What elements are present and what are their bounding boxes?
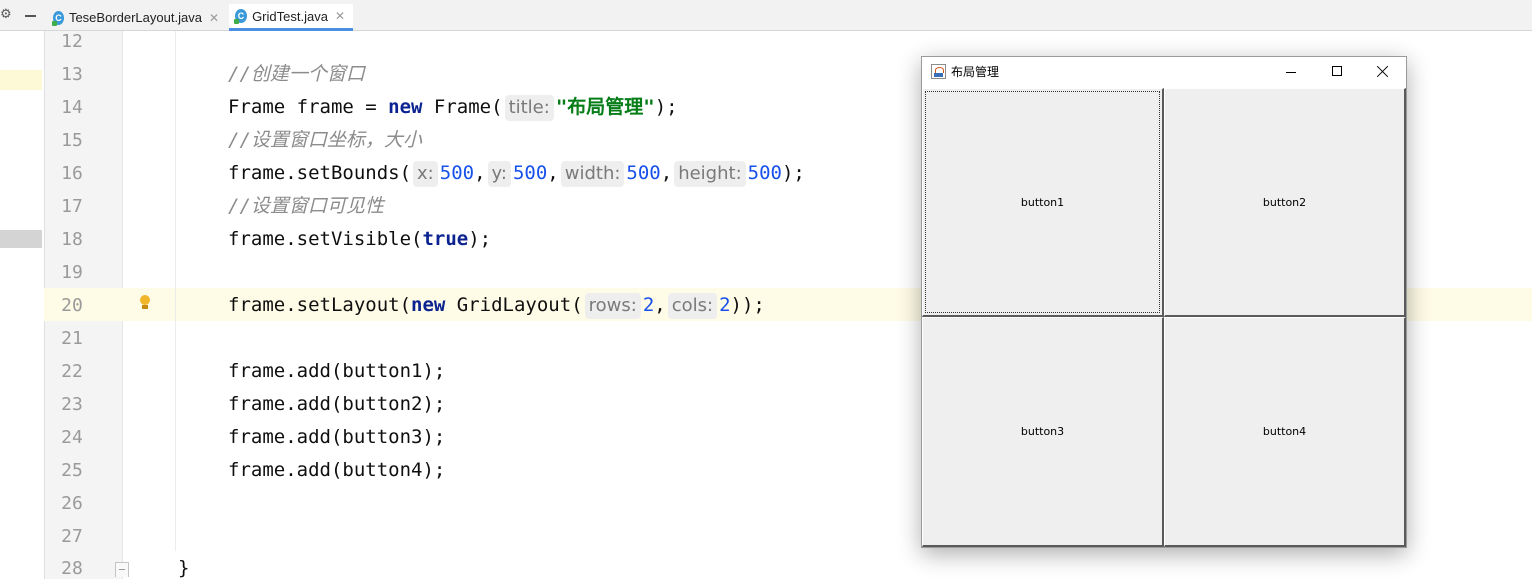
minimize-panel-icon[interactable] (25, 15, 36, 17)
tab-label: GridTest.java (252, 8, 328, 24)
line-number: 18 (61, 229, 83, 250)
tab-label: TeseBorderLayout.java (68, 10, 202, 25)
code-line: 12 (44, 25, 1532, 58)
close-window-button[interactable] (1360, 57, 1406, 88)
code-text: frame.add(button2); (228, 393, 446, 415)
button-label: button2 (1262, 195, 1307, 209)
code-comment: //设置窗口可见性 (228, 195, 384, 217)
code-text: frame.setVisible(true); (228, 228, 492, 250)
grid-layout-panel: button1 button2 button3 button4 (922, 88, 1406, 547)
fold-marker-icon[interactable] (115, 562, 129, 577)
code-text: frame.add(button3); (228, 426, 446, 448)
maximize-button[interactable] (1314, 57, 1360, 88)
line-number: 12 (61, 31, 83, 52)
param-hint: cols: (667, 293, 718, 319)
change-marker (0, 70, 42, 90)
button-label: button4 (1262, 425, 1307, 438)
line-number: 26 (61, 493, 83, 514)
scroll-marker (0, 230, 42, 248)
java-cup-icon (931, 64, 946, 79)
param-hint: y: (487, 161, 511, 187)
code-comment: //设置窗口坐标，大小 (228, 129, 422, 151)
lightbulb-icon[interactable] (139, 295, 151, 311)
line-number: 21 (61, 328, 83, 349)
button4[interactable]: button4 (1164, 317, 1406, 547)
java-class-icon: C (52, 10, 64, 26)
button-label: button3 (1020, 425, 1065, 438)
window-title: 布局管理 (951, 65, 1000, 79)
gear-icon[interactable]: ⚙ (0, 8, 12, 22)
line-number: 15 (61, 130, 83, 151)
java-frame-window: 布局管理 button1 button2 button3 button4 (921, 56, 1407, 548)
window-title-bar[interactable]: 布局管理 (922, 57, 1406, 88)
line-number: 16 (61, 163, 83, 184)
line-number: 19 (61, 262, 83, 283)
left-tool-strip (0, 31, 44, 579)
line-number: 20 (61, 295, 83, 316)
minimize-button[interactable] (1268, 57, 1314, 88)
code-text: frame.setLayout(new GridLayout(rows: 2, co… (228, 289, 765, 322)
java-class-icon: C (233, 9, 248, 24)
code-comment: //创建一个窗口 (228, 63, 365, 85)
close-icon[interactable]: ✕ (335, 9, 345, 23)
line-number: 22 (61, 361, 83, 382)
line-number: 17 (61, 196, 83, 217)
line-number: 24 (61, 427, 83, 448)
code-line: 28 } (44, 552, 1532, 579)
line-number: 27 (61, 526, 83, 547)
line-number: 23 (61, 394, 83, 415)
param-hint: x: (413, 161, 438, 187)
param-hint: rows: (584, 293, 641, 319)
line-number: 25 (61, 460, 83, 481)
button1[interactable]: button1 (922, 88, 1164, 317)
param-hint: height: (674, 161, 746, 187)
code-text: frame.add(button1); (228, 360, 446, 382)
close-icon[interactable]: ✕ (209, 11, 219, 25)
line-number: 14 (61, 97, 83, 118)
button2[interactable]: button2 (1164, 88, 1406, 317)
focus-ring (925, 91, 1160, 313)
code-text: } (178, 557, 190, 579)
code-text: frame.add(button4); (228, 459, 446, 481)
line-number: 13 (61, 64, 83, 85)
code-text: frame.setBounds(x: 500, y: 500, width: 500, he… (228, 157, 805, 190)
button3[interactable]: button3 (922, 317, 1164, 547)
code-text: Frame frame = new Frame(title: "布局管理"); (228, 91, 678, 124)
param-hint: title: (504, 95, 554, 121)
param-hint: width: (560, 161, 625, 187)
line-number: 28 (61, 558, 83, 579)
